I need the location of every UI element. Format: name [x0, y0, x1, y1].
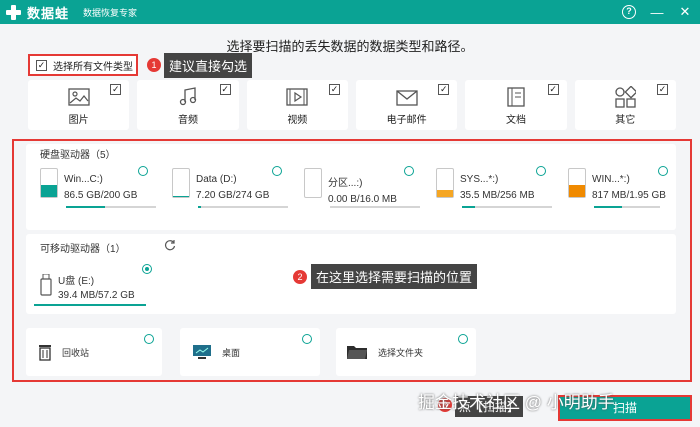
other-icon — [615, 86, 637, 108]
checkbox-icon[interactable]: ✓ — [656, 84, 668, 95]
select-all-label: 选择所有文件类型 — [53, 61, 133, 73]
app-name: 数据蛙 — [27, 5, 70, 21]
drive-radio[interactable] — [404, 166, 414, 176]
refresh-icon[interactable] — [164, 239, 176, 251]
drive-item-sys[interactable]: SYS...*:) 35.5 MB/256 MB — [436, 168, 534, 201]
file-type-label: 文档 — [505, 115, 526, 126]
document-icon — [507, 87, 525, 107]
drive-radio[interactable] — [536, 166, 546, 176]
disk-icon — [568, 168, 586, 198]
drive-item-usb[interactable]: U盘 (E:) 39.4 MB/57.2 GB — [40, 272, 135, 301]
drive-item-c[interactable]: Win...C:) 86.5 GB/200 GB — [40, 168, 137, 201]
callout-label: 建议直接勾选 — [164, 53, 253, 78]
drive-name: U盘 (E:) — [58, 276, 95, 287]
drive-size: 86.5 GB/200 GB — [64, 190, 138, 201]
location-radio[interactable] — [144, 334, 154, 344]
file-type-label: 其它 — [615, 115, 636, 126]
mail-icon — [395, 90, 418, 106]
file-type-other[interactable]: ✓ 其它 — [574, 80, 676, 130]
app-subtitle: 数据恢复专家 — [83, 7, 138, 18]
title-bar: 数据蛙 数据恢复专家 ? — ✕ — [0, 0, 700, 24]
checkbox-icon[interactable]: ✓ — [438, 84, 450, 95]
location-label: 回收站 — [62, 347, 90, 358]
drive-radio[interactable] — [138, 166, 148, 176]
checkbox-icon[interactable]: ✓ — [547, 84, 559, 95]
usb-drive-icon — [40, 274, 52, 296]
file-type-label: 音频 — [177, 115, 198, 126]
file-type-label: 图片 — [68, 115, 89, 126]
file-type-list: ✓ 图片 ✓ 音频 ✓ 视频 ✓ 电子邮件 ✓ 文档 ✓ 其它 — [28, 80, 676, 130]
disk-icon — [172, 168, 190, 198]
location-recycle-bin[interactable]: 回收站 — [26, 328, 162, 376]
music-icon — [179, 87, 197, 106]
removable-drives-title: 可移动驱动器（1） — [40, 244, 126, 255]
drive-size: 0.00 B/16.0 MB — [328, 194, 397, 205]
file-type-image[interactable]: ✓ 图片 — [28, 80, 130, 130]
file-type-email[interactable]: ✓ 电子邮件 — [355, 80, 458, 130]
help-icon: ? — [622, 5, 636, 19]
checkbox-icon: ✓ — [36, 59, 47, 71]
location-label: 桌面 — [222, 347, 241, 358]
disk-icon — [40, 168, 58, 198]
desktop-icon — [193, 345, 211, 359]
location-radio[interactable] — [458, 334, 468, 344]
callout-number: 1 — [147, 58, 161, 72]
location-choose-folder[interactable]: 选择文件夹 — [336, 328, 476, 376]
drive-name: Data (D:) — [196, 174, 237, 185]
checkbox-icon[interactable]: ✓ — [110, 84, 122, 95]
drive-item-partition[interactable]: 分区...:) 0.00 B/16.0 MB — [304, 168, 397, 205]
minimize-button[interactable]: — — [648, 3, 666, 21]
drive-name: 分区...:) — [328, 178, 363, 189]
callout-label: 在这里选择需要扫描的位置 — [311, 264, 478, 289]
close-button[interactable]: ✕ — [676, 3, 694, 21]
drive-usage-bar — [66, 206, 156, 208]
drive-usage-bar — [330, 206, 420, 208]
drive-name: WIN...*:) — [592, 174, 630, 185]
help-button[interactable]: ? — [620, 3, 638, 21]
file-type-label: 视频 — [287, 115, 308, 126]
drive-usage-bar — [198, 206, 288, 208]
video-icon — [286, 88, 308, 106]
drive-name: SYS...*:) — [460, 174, 499, 185]
drive-name: Win...C:) — [64, 174, 103, 185]
logo-cross-icon — [6, 4, 21, 20]
checkbox-icon[interactable]: ✓ — [219, 84, 231, 95]
file-type-audio[interactable]: ✓ 音频 — [137, 80, 239, 130]
drive-size: 39.4 MB/57.2 GB — [58, 290, 135, 301]
drive-usage-bar — [594, 206, 660, 208]
drive-size: 817 MB/1.95 GB — [592, 190, 666, 201]
folder-icon — [347, 346, 367, 359]
recycle-bin-icon — [39, 345, 51, 361]
watermark-text: 掘金技术社区 @ 小明助手 — [418, 393, 615, 412]
callout-number: 2 — [293, 270, 307, 284]
location-label: 选择文件夹 — [378, 347, 424, 358]
app-logo: 数据蛙 — [6, 3, 69, 22]
file-type-label: 电子邮件 — [386, 115, 427, 126]
file-type-video[interactable]: ✓ 视频 — [246, 80, 348, 130]
disk-icon — [304, 168, 322, 198]
checkbox-icon[interactable]: ✓ — [328, 84, 340, 95]
drive-size: 35.5 MB/256 MB — [460, 190, 535, 201]
image-icon — [68, 88, 90, 106]
drive-radio[interactable] — [272, 166, 282, 176]
drive-usage-bar — [462, 206, 552, 208]
select-all-checkbox[interactable]: ✓ 选择所有文件类型 — [28, 54, 138, 76]
drive-radio[interactable] — [142, 264, 152, 274]
disk-icon — [436, 168, 454, 198]
hard-drives-title: 硬盘驱动器（5） — [40, 150, 116, 161]
drive-size: 7.20 GB/274 GB — [196, 190, 270, 201]
hard-drives-panel: 硬盘驱动器（5） Win...C:) 86.5 GB/200 GB Data (D… — [26, 144, 676, 230]
file-type-document[interactable]: ✓ 文档 — [465, 80, 567, 130]
location-desktop[interactable]: 桌面 — [180, 328, 320, 376]
drive-item-d[interactable]: Data (D:) 7.20 GB/274 GB — [172, 168, 269, 201]
location-radio[interactable] — [302, 334, 312, 344]
drive-item-win[interactable]: WIN...*:) 817 MB/1.95 GB — [568, 168, 666, 201]
instruction-text: 选择要扫描的丢失数据的数据类型和路径。 — [226, 39, 474, 54]
drive-radio[interactable] — [658, 166, 668, 176]
drive-usage-bar — [34, 304, 146, 306]
